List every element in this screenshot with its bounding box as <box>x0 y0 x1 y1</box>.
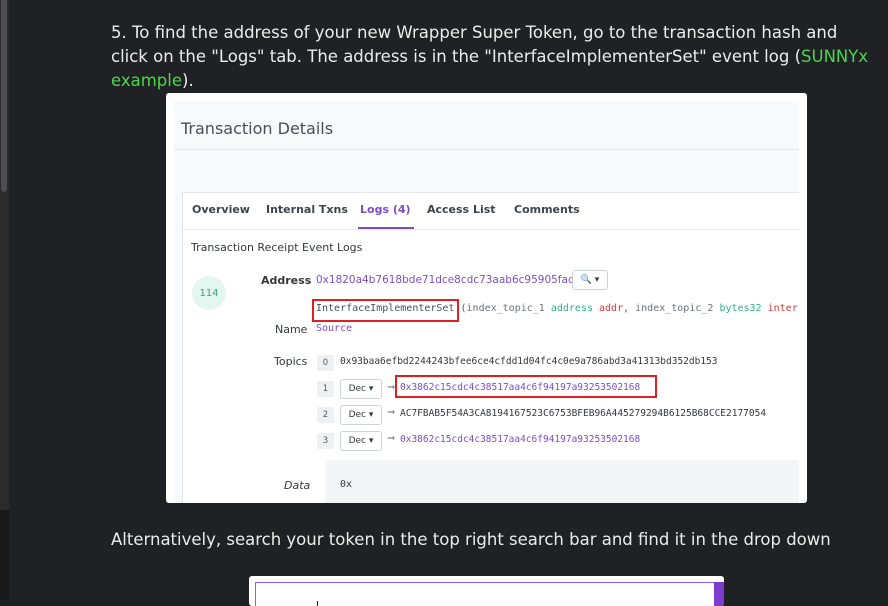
address-search-dropdown[interactable]: 🔍 ▾ <box>572 270 608 290</box>
search-bar-screenshot <box>249 576 724 606</box>
scrollbar-track-lower <box>0 510 9 600</box>
topic-0-value: 0x93baa6efbd2244243bfee6ce4cfdd1d04fc4c0… <box>340 356 718 367</box>
title-divider <box>174 149 799 150</box>
data-value: 0x <box>340 479 353 490</box>
param-2-type: bytes32 <box>719 303 762 314</box>
tab-access-list[interactable]: Access List <box>427 203 496 216</box>
topic-3-format-select[interactable]: Dec ▾ <box>340 431 382 451</box>
section-label: Transaction Receipt Event Logs <box>191 241 363 254</box>
param-1-var: addr <box>592 303 624 314</box>
param-separator: , <box>623 303 636 314</box>
transaction-logs-screenshot: Transaction Details Overview Internal Tx… <box>166 93 807 503</box>
page-title: Transaction Details <box>181 119 334 138</box>
address-label: Address <box>261 274 312 287</box>
instruction-text-after: ). <box>182 71 194 90</box>
tab-internal-txns[interactable]: Internal Txns <box>266 203 348 216</box>
param-1-type: address <box>550 303 593 314</box>
transaction-card: Overview Internal Txns Logs (4) Access L… <box>182 192 799 503</box>
active-tab-indicator <box>358 227 414 229</box>
instruction-text-before: 5. To find the address of your new Wrapp… <box>111 23 838 66</box>
step-5-instruction: 5. To find the address of your new Wrapp… <box>111 21 871 93</box>
param-1-name: index_topic_1 <box>466 303 551 314</box>
data-value-box <box>325 460 799 503</box>
search-button-edge <box>714 582 724 606</box>
text-cursor <box>317 601 318 606</box>
topic-2-index: 2 <box>317 407 334 423</box>
topic-3-index: 3 <box>317 433 334 449</box>
log-address-link[interactable]: 0x1820a4b7618bde71dce8cdc73aab6c95905fad… <box>316 274 588 286</box>
source-link[interactable]: Source <box>316 323 352 334</box>
page-scrollbar-thumb[interactable] <box>1 0 7 192</box>
param-2-name: index_topic_2 <box>635 303 720 314</box>
topic-2-value: AC7FBAB5F54A3CA8194167523C6753BFEB96A445… <box>400 408 767 419</box>
topics-label: Topics <box>274 355 308 368</box>
topic-3-arrow-icon: ➞ <box>387 433 396 444</box>
alternative-instruction: Alternatively, search your token in the … <box>111 530 831 549</box>
topic-1-format-select[interactable]: Dec ▾ <box>340 379 382 399</box>
event-name-highlight <box>312 299 459 322</box>
name-label: Name <box>275 323 308 336</box>
data-label: Data <box>284 479 311 492</box>
topic-1-index: 1 <box>317 381 334 397</box>
topic-2-arrow-icon: ➞ <box>387 407 396 418</box>
tab-comments[interactable]: Comments <box>514 203 580 216</box>
topic-0-index: 0 <box>317 355 334 371</box>
topic-1-highlight <box>395 375 657 398</box>
log-index-badge: 114 <box>192 276 226 310</box>
tab-bar: Overview Internal Txns Logs (4) Access L… <box>183 193 799 230</box>
screenshot-content: Transaction Details Overview Internal Tx… <box>174 101 799 503</box>
param-2-var: inter <box>761 303 798 314</box>
topic-2-format-select[interactable]: Dec ▾ <box>340 405 382 425</box>
tab-logs[interactable]: Logs (4) <box>360 203 411 216</box>
tab-overview[interactable]: Overview <box>192 203 250 216</box>
search-input-frame <box>255 582 724 606</box>
page-scrollbar[interactable] <box>0 0 9 600</box>
topic-3-value[interactable]: 0x3862c15cdc4c38517aa4c6f94197a932535021… <box>400 434 640 445</box>
